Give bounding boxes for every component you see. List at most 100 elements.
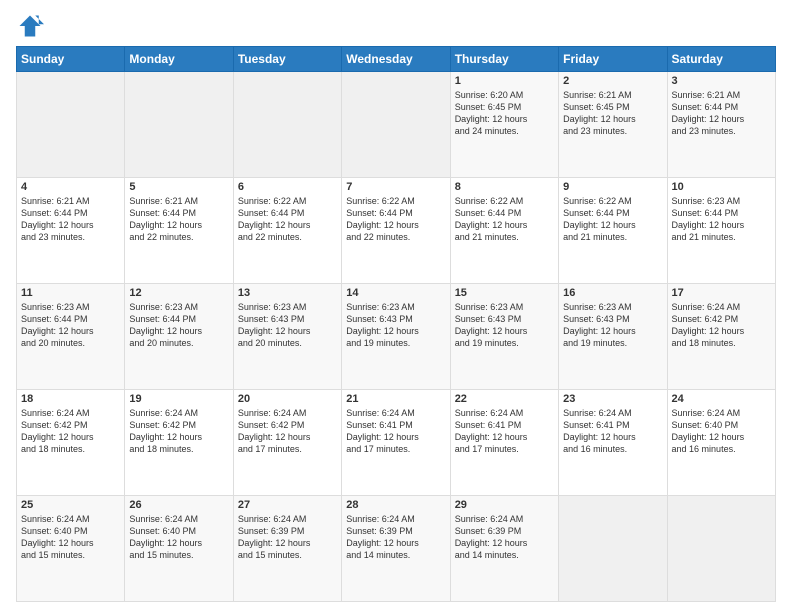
calendar-cell: 24 Sunrise: 6:24 AM Sunset: 6:40 PM Dayli… bbox=[667, 390, 775, 496]
calendar-week-row: 18 Sunrise: 6:24 AM Sunset: 6:42 PM Dayli… bbox=[17, 390, 776, 496]
calendar-cell: 10Sunrise: 6:23 AM Sunset: 6:44 PM Dayli… bbox=[667, 178, 775, 284]
calendar-cell: 2 Sunrise: 6:21 AM Sunset: 6:45 PM Daylig… bbox=[559, 72, 667, 178]
calendar-cell: 5 Sunrise: 6:21 AM Sunset: 6:44 PM Daylig… bbox=[125, 178, 233, 284]
calendar-cell: 11 Sunrise: 6:23 AM Sunset: 6:44 PM Dayli… bbox=[17, 284, 125, 390]
day-info: Sunrise: 6:24 AM Sunset: 6:40 PM Dayligh… bbox=[21, 513, 120, 562]
calendar-cell: 17 Sunrise: 6:24 AM Sunset: 6:42 PM Dayli… bbox=[667, 284, 775, 390]
day-info: Sunrise: 6:21 AM Sunset: 6:45 PM Dayligh… bbox=[563, 89, 662, 138]
weekday-header-friday: Friday bbox=[559, 47, 667, 72]
day-info: Sunrise: 6:20 AM Sunset: 6:45 PM Dayligh… bbox=[455, 89, 554, 138]
logo-icon bbox=[16, 12, 44, 40]
weekday-header-tuesday: Tuesday bbox=[233, 47, 341, 72]
day-info: Sunrise: 6:24 AM Sunset: 6:40 PM Dayligh… bbox=[672, 407, 771, 456]
day-info: Sunrise: 6:24 AM Sunset: 6:40 PM Dayligh… bbox=[129, 513, 228, 562]
weekday-header-monday: Monday bbox=[125, 47, 233, 72]
calendar-cell: 19Sunrise: 6:24 AM Sunset: 6:42 PM Dayli… bbox=[125, 390, 233, 496]
day-info: Sunrise: 6:22 AM Sunset: 6:44 PM Dayligh… bbox=[238, 195, 337, 244]
day-number: 15 bbox=[455, 287, 554, 299]
calendar-cell: 13 Sunrise: 6:23 AM Sunset: 6:43 PM Dayli… bbox=[233, 284, 341, 390]
weekday-header-row: SundayMondayTuesdayWednesdayThursdayFrid… bbox=[17, 47, 776, 72]
page: SundayMondayTuesdayWednesdayThursdayFrid… bbox=[0, 0, 792, 612]
day-info: Sunrise: 6:24 AM Sunset: 6:39 PM Dayligh… bbox=[346, 513, 445, 562]
day-info: Sunrise: 6:24 AM Sunset: 6:39 PM Dayligh… bbox=[455, 513, 554, 562]
day-info: Sunrise: 6:23 AM Sunset: 6:44 PM Dayligh… bbox=[129, 301, 228, 350]
day-number: 14 bbox=[346, 287, 445, 299]
day-number: 28 bbox=[346, 499, 445, 511]
day-info: Sunrise: 6:22 AM Sunset: 6:44 PM Dayligh… bbox=[455, 195, 554, 244]
calendar-cell: 23 Sunrise: 6:24 AM Sunset: 6:41 PM Dayli… bbox=[559, 390, 667, 496]
day-number: 4 bbox=[21, 181, 120, 193]
day-info: Sunrise: 6:24 AM Sunset: 6:41 PM Dayligh… bbox=[455, 407, 554, 456]
day-info: Sunrise: 6:24 AM Sunset: 6:39 PM Dayligh… bbox=[238, 513, 337, 562]
day-number: 7 bbox=[346, 181, 445, 193]
calendar-cell: 16 Sunrise: 6:23 AM Sunset: 6:43 PM Dayli… bbox=[559, 284, 667, 390]
day-number: 8 bbox=[455, 181, 554, 193]
calendar-cell: 6 Sunrise: 6:22 AM Sunset: 6:44 PM Daylig… bbox=[233, 178, 341, 284]
day-number: 22 bbox=[455, 393, 554, 405]
logo bbox=[16, 12, 48, 40]
day-number: 26 bbox=[129, 499, 228, 511]
day-number: 1 bbox=[455, 75, 554, 87]
day-number: 3 bbox=[672, 75, 771, 87]
calendar-cell: 26 Sunrise: 6:24 AM Sunset: 6:40 PM Dayli… bbox=[125, 496, 233, 602]
calendar-cell bbox=[559, 496, 667, 602]
calendar-week-row: 25 Sunrise: 6:24 AM Sunset: 6:40 PM Dayli… bbox=[17, 496, 776, 602]
calendar-cell: 1 Sunrise: 6:20 AM Sunset: 6:45 PM Daylig… bbox=[450, 72, 558, 178]
day-info: Sunrise: 6:24 AM Sunset: 6:41 PM Dayligh… bbox=[346, 407, 445, 456]
day-number: 16 bbox=[563, 287, 662, 299]
day-number: 12 bbox=[129, 287, 228, 299]
calendar-cell: 22 Sunrise: 6:24 AM Sunset: 6:41 PM Dayli… bbox=[450, 390, 558, 496]
calendar-cell: 18Sunrise: 6:24 AM Sunset: 6:42 PM Dayli… bbox=[17, 390, 125, 496]
day-number: 20 bbox=[238, 393, 337, 405]
calendar-cell: 7 Sunrise: 6:22 AM Sunset: 6:44 PM Daylig… bbox=[342, 178, 450, 284]
day-info: Sunrise: 6:23 AM Sunset: 6:43 PM Dayligh… bbox=[238, 301, 337, 350]
calendar-week-row: 1 Sunrise: 6:20 AM Sunset: 6:45 PM Daylig… bbox=[17, 72, 776, 178]
day-info: Sunrise: 6:23 AM Sunset: 6:43 PM Dayligh… bbox=[455, 301, 554, 350]
weekday-header-thursday: Thursday bbox=[450, 47, 558, 72]
day-info: Sunrise: 6:21 AM Sunset: 6:44 PM Dayligh… bbox=[672, 89, 771, 138]
day-info: Sunrise: 6:24 AM Sunset: 6:42 PM Dayligh… bbox=[238, 407, 337, 456]
day-info: Sunrise: 6:23 AM Sunset: 6:43 PM Dayligh… bbox=[563, 301, 662, 350]
day-info: Sunrise: 6:22 AM Sunset: 6:44 PM Dayligh… bbox=[563, 195, 662, 244]
calendar-cell: 27 Sunrise: 6:24 AM Sunset: 6:39 PM Dayli… bbox=[233, 496, 341, 602]
weekday-header-wednesday: Wednesday bbox=[342, 47, 450, 72]
day-number: 17 bbox=[672, 287, 771, 299]
day-info: Sunrise: 6:23 AM Sunset: 6:44 PM Dayligh… bbox=[21, 301, 120, 350]
day-number: 24 bbox=[672, 393, 771, 405]
day-info: Sunrise: 6:21 AM Sunset: 6:44 PM Dayligh… bbox=[21, 195, 120, 244]
day-info: Sunrise: 6:24 AM Sunset: 6:42 PM Dayligh… bbox=[672, 301, 771, 350]
calendar-cell: 25 Sunrise: 6:24 AM Sunset: 6:40 PM Dayli… bbox=[17, 496, 125, 602]
day-number: 23 bbox=[563, 393, 662, 405]
day-number: 5 bbox=[129, 181, 228, 193]
calendar-cell: 15 Sunrise: 6:23 AM Sunset: 6:43 PM Dayli… bbox=[450, 284, 558, 390]
day-number: 19 bbox=[129, 393, 228, 405]
day-number: 29 bbox=[455, 499, 554, 511]
day-number: 18 bbox=[21, 393, 120, 405]
calendar-cell bbox=[342, 72, 450, 178]
calendar-week-row: 4 Sunrise: 6:21 AM Sunset: 6:44 PM Daylig… bbox=[17, 178, 776, 284]
day-info: Sunrise: 6:21 AM Sunset: 6:44 PM Dayligh… bbox=[129, 195, 228, 244]
calendar-cell: 28 Sunrise: 6:24 AM Sunset: 6:39 PM Dayli… bbox=[342, 496, 450, 602]
day-info: Sunrise: 6:22 AM Sunset: 6:44 PM Dayligh… bbox=[346, 195, 445, 244]
day-number: 6 bbox=[238, 181, 337, 193]
calendar-cell bbox=[667, 496, 775, 602]
calendar-cell: 3 Sunrise: 6:21 AM Sunset: 6:44 PM Daylig… bbox=[667, 72, 775, 178]
calendar-cell: 21Sunrise: 6:24 AM Sunset: 6:41 PM Dayli… bbox=[342, 390, 450, 496]
top-section bbox=[16, 12, 776, 40]
day-info: Sunrise: 6:24 AM Sunset: 6:41 PM Dayligh… bbox=[563, 407, 662, 456]
calendar-cell: 14 Sunrise: 6:23 AM Sunset: 6:43 PM Dayli… bbox=[342, 284, 450, 390]
calendar-cell bbox=[125, 72, 233, 178]
day-number: 25 bbox=[21, 499, 120, 511]
calendar-cell bbox=[233, 72, 341, 178]
day-number: 11 bbox=[21, 287, 120, 299]
calendar-cell: 4 Sunrise: 6:21 AM Sunset: 6:44 PM Daylig… bbox=[17, 178, 125, 284]
day-info: Sunrise: 6:23 AM Sunset: 6:43 PM Dayligh… bbox=[346, 301, 445, 350]
calendar-cell bbox=[17, 72, 125, 178]
day-number: 13 bbox=[238, 287, 337, 299]
day-number: 9 bbox=[563, 181, 662, 193]
day-number: 27 bbox=[238, 499, 337, 511]
day-number: 2 bbox=[563, 75, 662, 87]
calendar-cell: 29 Sunrise: 6:24 AM Sunset: 6:39 PM Dayli… bbox=[450, 496, 558, 602]
day-info: Sunrise: 6:23 AM Sunset: 6:44 PM Dayligh… bbox=[672, 195, 771, 244]
calendar-cell: 20 Sunrise: 6:24 AM Sunset: 6:42 PM Dayli… bbox=[233, 390, 341, 496]
